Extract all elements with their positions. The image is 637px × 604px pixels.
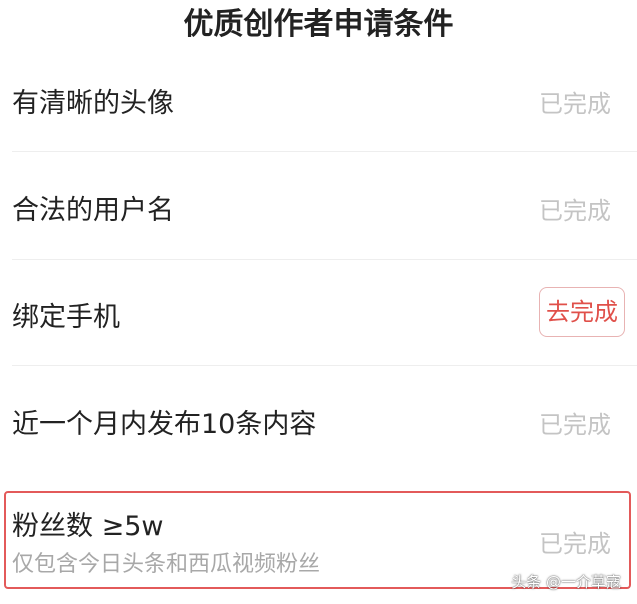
condition-row-username: 合法的用户名 已完成: [0, 152, 637, 258]
condition-row-posts: 近一个月内发布10条内容 已完成: [0, 366, 637, 470]
condition-label: 绑定手机: [12, 302, 120, 333]
page-title: 优质创作者申请条件: [183, 7, 454, 42]
condition-row-avatar: 有清晰的头像 已完成: [0, 50, 637, 150]
condition-status: 已完成: [539, 411, 611, 439]
condition-label: 近一个月内发布10条内容: [12, 409, 317, 440]
condition-status: 已完成: [539, 90, 611, 118]
condition-status: 已完成: [539, 530, 611, 558]
go-complete-button[interactable]: 去完成: [539, 287, 625, 337]
watermark-text: 头条 @一介草寇: [511, 573, 621, 591]
condition-label: 有清晰的头像: [12, 88, 174, 119]
condition-label: 粉丝数 ≥5w: [12, 511, 164, 542]
condition-status: 已完成: [539, 197, 611, 225]
condition-row-phone: 绑定手机 去完成: [0, 260, 637, 364]
creator-conditions-page: 优质创作者申请条件 有清晰的头像 已完成 合法的用户名 已完成 绑定手机 去完成…: [0, 0, 637, 604]
condition-sublabel: 仅包含今日头条和西瓜视频粉丝: [12, 552, 321, 577]
condition-label: 合法的用户名: [12, 195, 174, 226]
